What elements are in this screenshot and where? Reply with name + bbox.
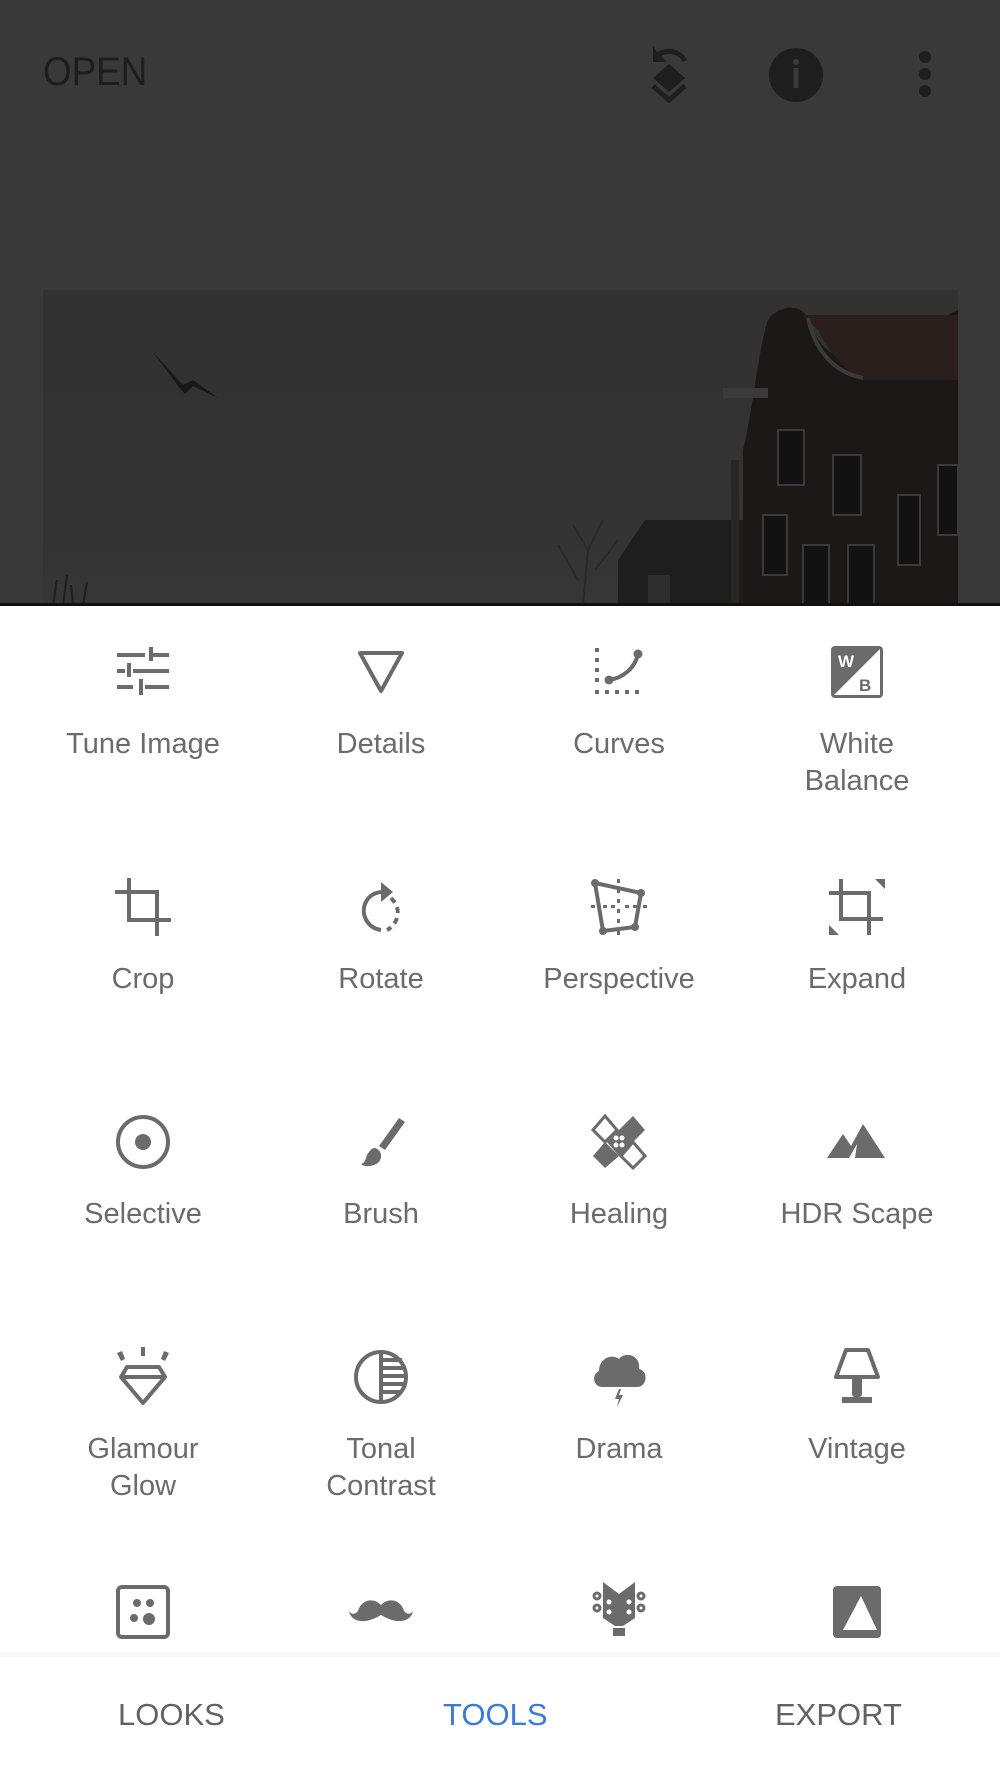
healing-icon [591, 1114, 647, 1170]
info-icon [769, 48, 823, 102]
tool-curves[interactable]: Curves [500, 606, 738, 841]
tool-label: HDR Scape [780, 1198, 934, 1230]
tool-label: Tonal Contrast [326, 1433, 436, 1502]
tool-brush[interactable]: Brush [262, 1076, 500, 1311]
tool-drama[interactable]: Drama [500, 1311, 738, 1546]
tool-grainy-film[interactable] [24, 1546, 262, 1652]
more-vert-icon [919, 51, 931, 97]
diamond-glow-icon [117, 1347, 169, 1405]
more-options-button[interactable] [890, 40, 960, 110]
photo-preview[interactable] [43, 290, 958, 605]
mustache-icon [349, 1600, 413, 1622]
tool-label: Vintage [808, 1433, 906, 1465]
tool-label: Curves [573, 728, 665, 760]
perspective-icon [591, 879, 647, 935]
crop-icon [115, 878, 171, 936]
tool-label: Brush [343, 1198, 419, 1230]
tool-crop[interactable]: Crop [24, 841, 262, 1076]
tool-hdr-scape[interactable]: HDR Scape [738, 1076, 976, 1311]
lamp-icon [834, 1348, 880, 1403]
tool-tune-image[interactable]: Tune Image [24, 606, 262, 841]
tool-tonal-contrast[interactable]: Tonal Contrast [262, 1311, 500, 1546]
tool-label: Glamour Glow [87, 1433, 199, 1502]
svg-text:B: B [859, 676, 871, 695]
white-balance-icon: W B [831, 646, 883, 698]
selective-icon [116, 1115, 170, 1169]
tool-glamour-glow[interactable]: Glamour Glow [24, 1311, 262, 1546]
tune-sliders-icon [117, 647, 169, 695]
undo-layers-icon [651, 46, 687, 104]
tool-rotate[interactable]: Rotate [262, 841, 500, 1076]
storm-cloud-icon [594, 1354, 646, 1407]
tool-label: Drama [575, 1433, 663, 1465]
tool-perspective[interactable]: Perspective [500, 841, 738, 1076]
mountain-icon [827, 1124, 885, 1158]
photo-scene [52, 307, 958, 605]
brush-icon [361, 1118, 405, 1167]
curves-icon [595, 648, 643, 694]
bird-shape [153, 352, 218, 398]
tool-label: Crop [111, 963, 175, 995]
tool-label: Tune Image [66, 728, 220, 760]
tool-label: Rotate [338, 963, 424, 995]
tool-frames[interactable] [738, 1546, 976, 1652]
tab-export[interactable]: EXPORT [775, 1697, 902, 1733]
tool-label: Selective [84, 1198, 202, 1230]
tools-grid: Tune Image Details Curves W B White Bala… [24, 606, 976, 1652]
tool-selective[interactable]: Selective [24, 1076, 262, 1311]
info-button[interactable] [761, 40, 831, 110]
tools-panel: Tune Image Details Curves W B White Bala… [0, 606, 1000, 1652]
tab-tools[interactable]: TOOLS [443, 1697, 548, 1733]
tool-white-balance[interactable]: W B White Balance [738, 606, 976, 841]
undo-layers-button[interactable] [634, 40, 704, 110]
tool-vintage[interactable]: Vintage [738, 1311, 976, 1546]
grainy-film-icon [116, 1585, 170, 1639]
top-overlay: OPEN [0, 0, 1000, 605]
rotate-icon [361, 882, 400, 932]
tool-label: Healing [569, 1198, 669, 1230]
tool-mustache[interactable] [262, 1546, 500, 1652]
tool-healing[interactable]: Healing [500, 1076, 738, 1311]
open-button[interactable]: OPEN [43, 50, 147, 95]
frame-icon [833, 1586, 881, 1638]
tonal-contrast-icon [354, 1350, 408, 1404]
expand-icon [829, 879, 885, 935]
tool-label: Expand [807, 963, 907, 995]
tab-looks[interactable]: LOOKS [118, 1697, 225, 1733]
details-triangle-icon [358, 651, 404, 693]
guitar-head-icon [592, 1582, 646, 1636]
tool-label: Details [336, 728, 426, 760]
tool-guitar-head[interactable] [500, 1546, 738, 1652]
tool-label: White Balance [804, 728, 910, 797]
tool-label: Perspective [543, 963, 695, 995]
svg-text:W: W [838, 652, 855, 671]
tool-details[interactable]: Details [262, 606, 500, 841]
tool-expand[interactable]: Expand [738, 841, 976, 1076]
bottom-nav: LOOKS TOOLS EXPORT [0, 1652, 1000, 1779]
